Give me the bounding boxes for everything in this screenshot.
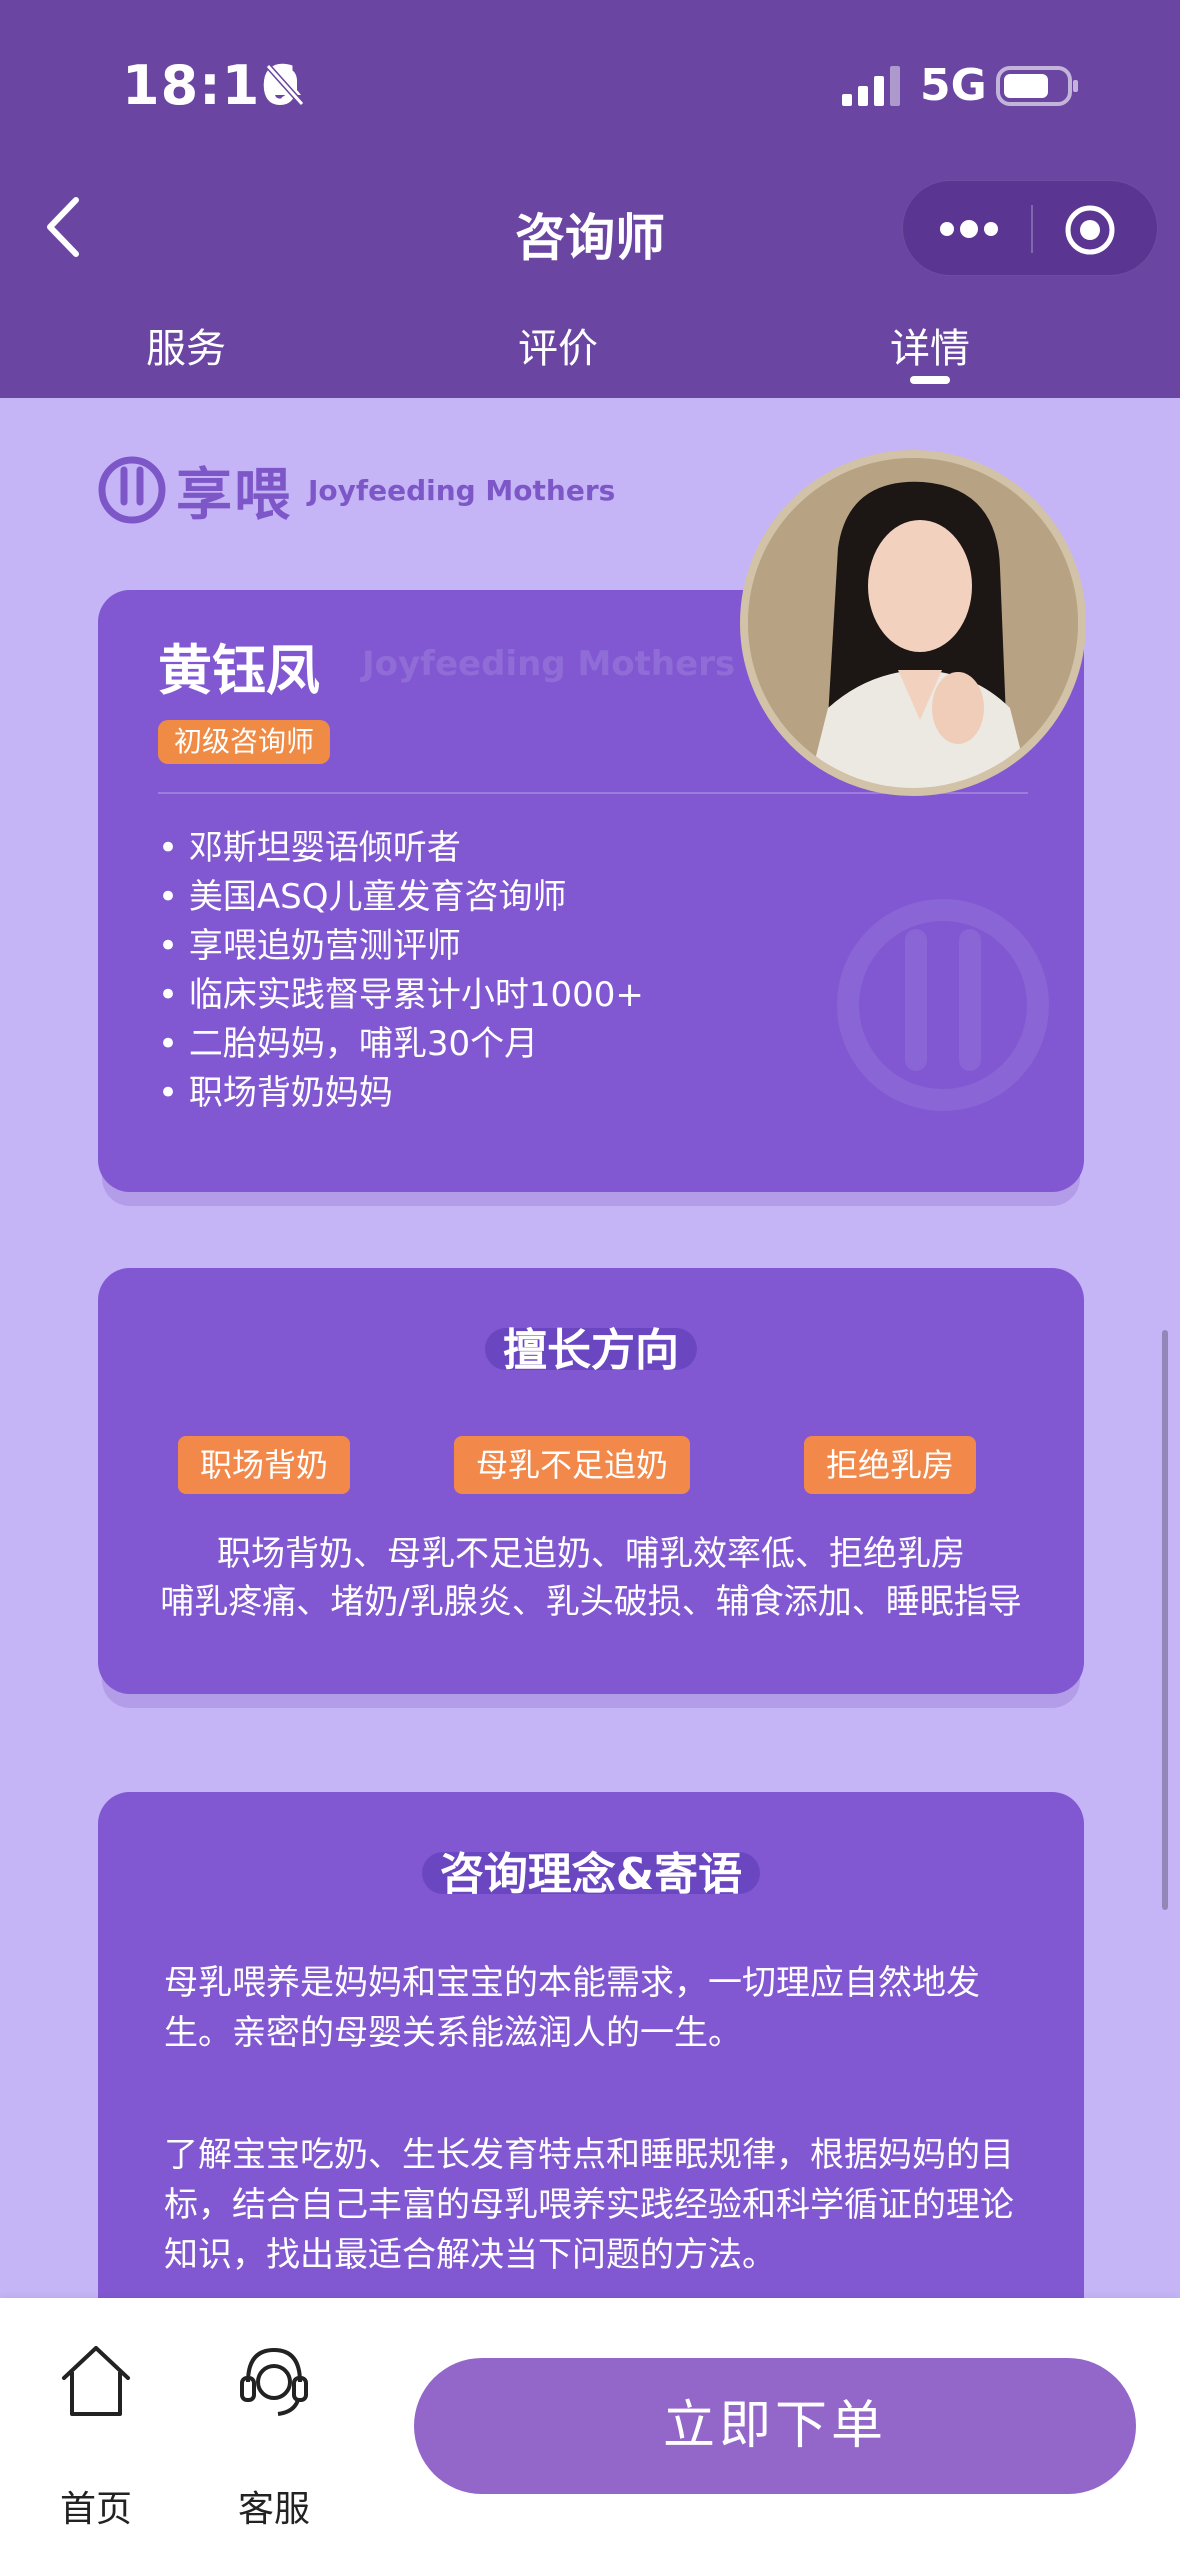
bottom-action-bar: 首页 客服 立即下单 [0, 2298, 1180, 2556]
consultant-name: 黄钰凤 [158, 639, 320, 702]
headset-icon [240, 2347, 308, 2416]
philosophy-paragraph: 了解宝宝吃奶、生长发育特点和睡眠规律，根据妈妈的目标，结合自己丰富的母乳喂养实践… [164, 2135, 1014, 2275]
expertise-tag: 拒绝乳房 [804, 1436, 977, 1494]
brand-logo-icon [98, 456, 166, 524]
consultant-avatar [740, 450, 1086, 796]
bell-muted-icon [265, 63, 305, 107]
expertise-card: 擅长方向 职场背奶 母乳不足追奶 拒绝乳房 职场背奶、母乳不足追奶、哺乳效率低、… [98, 1268, 1084, 1694]
list-item: • 享喂追奶营测评师 [158, 926, 461, 966]
customer-service-button[interactable]: 客服 [214, 2338, 334, 2532]
tab-reviews[interactable]: 评价 [458, 316, 658, 374]
home-icon [62, 2346, 130, 2416]
scrollbar-thumb[interactable] [1162, 1330, 1168, 1910]
more-dots-icon[interactable] [937, 211, 1001, 247]
philosophy-paragraph: 母乳喂养是妈妈和宝宝的本能需求，一切理应自然地发生。亲密的母婴关系能滋润人的一生… [164, 1963, 980, 2053]
brand-watermark: Joyfeeding Mothers [362, 644, 736, 684]
philosophy-card: 咨询理念&寄语 母乳喂养是妈妈和宝宝的本能需求，一切理应自然地发生。亲密的母婴关… [98, 1792, 1084, 2352]
capsule-divider [1031, 205, 1033, 253]
avatar-portrait-icon [748, 458, 1078, 788]
detail-content: 享喂 Joyfeeding Mothers 黄钰凤 Joyfeeding Mot… [36, 398, 1136, 2352]
expertise-tag: 职场背奶 [178, 1436, 351, 1494]
expertise-line: 职场背奶、母乳不足追奶、哺乳效率低、拒绝乳房 [217, 1534, 965, 1574]
expertise-title: 擅长方向 [98, 1314, 1084, 1378]
expertise-title-text: 擅长方向 [485, 1314, 697, 1378]
close-target-icon[interactable] [1063, 203, 1117, 257]
list-item: • 邓斯坦婴语倾听者 [158, 828, 461, 868]
header: 18:16 5G 咨询师 服务 评价 详情 [0, 0, 1180, 398]
expertise-tag: 母乳不足追奶 [454, 1436, 691, 1494]
decorative-logo-icon [837, 899, 1049, 1111]
app-root: 18:16 5G 咨询师 服务 评价 详情 享喂 Joyfeeding Moth… [0, 0, 1180, 2556]
tab-indicator [910, 376, 950, 384]
battery-icon [996, 66, 1078, 106]
tab-bar: 服务 评价 详情 [0, 316, 1180, 386]
service-label: 客服 [237, 2489, 310, 2530]
signal-icon [842, 66, 900, 106]
qualification-list: • 邓斯坦婴语倾听者 • 美国ASQ儿童发育咨询师 • 享喂追奶营测评师 • 临… [158, 824, 644, 1118]
brand-name: 享喂 [176, 463, 292, 528]
tab-details[interactable]: 详情 [830, 316, 1030, 374]
level-badge: 初级咨询师 [158, 720, 331, 764]
list-item: • 美国ASQ儿童发育咨询师 [158, 877, 567, 917]
brand-subtitle: Joyfeeding Mothers [308, 474, 616, 507]
philosophy-title: 咨询理念&寄语 [98, 1838, 1084, 1902]
home-button[interactable]: 首页 [36, 2338, 156, 2532]
order-now-button[interactable]: 立即下单 [414, 2358, 1136, 2494]
expertise-line: 哺乳疼痛、堵奶/乳腺炎、乳头破损、辅食添加、睡眠指导 [160, 1582, 1022, 1622]
philosophy-title-text: 咨询理念&寄语 [421, 1838, 761, 1902]
list-item: • 临床实践督导累计小时1000+ [158, 975, 644, 1015]
tab-service[interactable]: 服务 [86, 316, 286, 374]
mini-program-capsule [902, 180, 1158, 276]
list-item: • 二胎妈妈，哺乳30个月 [158, 1024, 539, 1064]
home-label: 首页 [59, 2489, 132, 2530]
list-item: • 职场背奶妈妈 [158, 1073, 393, 1113]
expertise-description: 职场背奶、母乳不足追奶、哺乳效率低、拒绝乳房 哺乳疼痛、堵奶/乳腺炎、乳头破损、… [98, 1530, 1084, 1626]
network-label: 5G [920, 60, 987, 111]
